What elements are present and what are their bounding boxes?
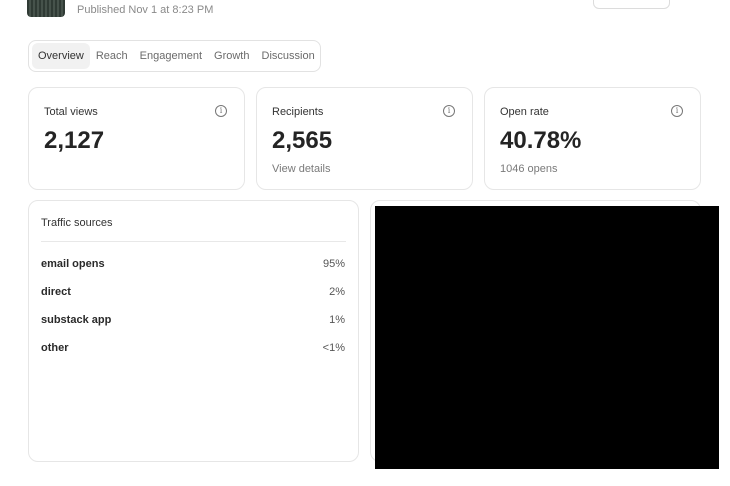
traffic-sources-card: Traffic sources email opens 95% direct 2… [28,200,359,462]
published-date: Published Nov 1 at 8:23 PM [77,4,214,16]
divider [41,241,346,242]
traffic-source-percent: 1% [329,314,345,326]
recipients-label: Recipients [272,106,324,118]
recipients-value: 2,565 [272,127,333,154]
tab-engagement[interactable]: Engagement [134,43,208,69]
info-icon[interactable]: i [215,105,227,117]
traffic-sources-title: Traffic sources [41,217,113,229]
tab-reach[interactable]: Reach [90,43,134,69]
traffic-source-percent: 2% [329,286,345,298]
view-details-link[interactable]: View details [272,163,331,175]
open-rate-label: Open rate [500,106,549,118]
traffic-row: substack app 1% [41,314,345,328]
traffic-row: email opens 95% [41,258,345,272]
open-rate-value: 40.78% [500,127,582,154]
open-count: 1046 opens [500,163,558,175]
recipients-card: Recipients i 2,565 View details [256,87,473,190]
tab-bar: Overview Reach Engagement Growth Discuss… [28,40,321,72]
tab-overview[interactable]: Overview [32,43,90,69]
total-views-value: 2,127 [44,127,105,154]
total-views-label: Total views [44,106,98,118]
traffic-source-name: email opens [41,258,105,270]
traffic-source-percent: <1% [322,342,345,354]
tab-growth[interactable]: Growth [208,43,255,69]
open-rate-card: Open rate i 40.78% 1046 opens [484,87,701,190]
info-icon[interactable]: i [671,105,683,117]
traffic-source-name: direct [41,286,71,298]
traffic-source-name: other [41,342,69,354]
tab-discussion[interactable]: Discussion [256,43,321,69]
traffic-row: other <1% [41,342,345,356]
post-thumbnail [27,0,65,17]
redacted-panel [375,206,719,469]
traffic-source-name: substack app [41,314,112,326]
header-button[interactable] [593,0,670,9]
info-icon[interactable]: i [443,105,455,117]
traffic-source-percent: 95% [322,258,345,270]
total-views-card: Total views i 2,127 [28,87,245,190]
traffic-row: direct 2% [41,286,345,300]
